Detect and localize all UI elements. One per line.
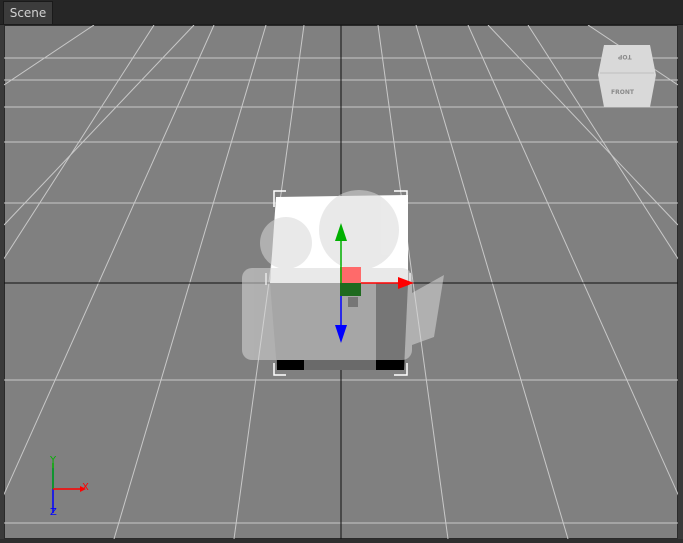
view-cube-top-label[interactable]: TOP: [618, 53, 632, 60]
axis-z-label: Z: [50, 507, 57, 518]
axis-y-label: Y: [50, 455, 57, 466]
axis-x-label: X: [82, 482, 89, 493]
tab-scene[interactable]: Scene: [3, 1, 53, 24]
tab-bar: Scene: [0, 0, 683, 25]
scene-canvas[interactable]: [4, 25, 678, 539]
view-cube-front-label[interactable]: FRONT: [611, 89, 634, 96]
bottom-border: [0, 539, 683, 543]
scene-viewport[interactable]: TOP FRONT Y X Z: [4, 25, 678, 539]
